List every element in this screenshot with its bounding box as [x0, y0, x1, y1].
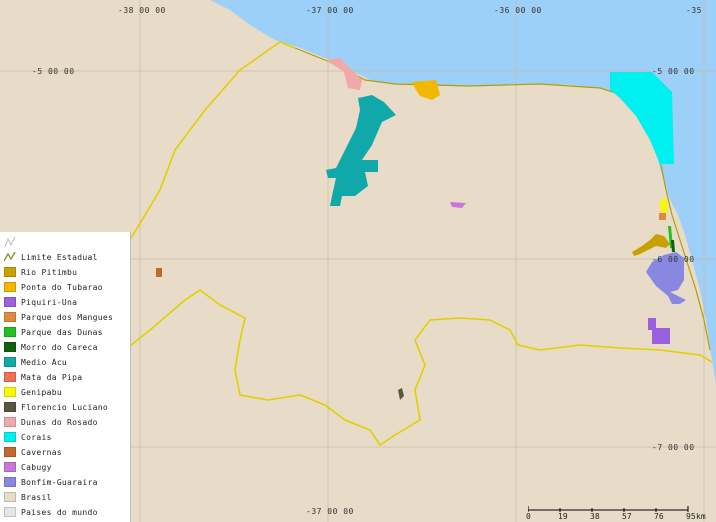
scale-tick-label: 19 — [558, 512, 568, 521]
legend-swatch — [4, 417, 16, 427]
legend-item[interactable]: Dunas do Rosado — [4, 415, 98, 429]
legend-label: Parque das Dunas — [21, 327, 103, 337]
legend-swatch — [4, 297, 16, 307]
coord-label-top: -36 00 00 — [494, 6, 542, 15]
coord-label-left: -5 00 00 — [32, 67, 75, 76]
legend-item[interactable]: Paises do mundo — [4, 505, 98, 519]
legend-item[interactable]: Morro do Careca — [4, 340, 98, 354]
legend-swatch — [4, 402, 16, 412]
ocean — [210, 0, 716, 385]
legend-label: Cabugy — [21, 462, 52, 472]
legend-item[interactable]: Brasil — [4, 490, 52, 504]
legend-panel: Limite Estadual Rio Pitimbu Ponta do Tubar… — [0, 232, 131, 522]
ponta-do-tubarao-area — [412, 80, 440, 100]
legend-swatch — [4, 492, 16, 502]
legend-item[interactable]: Corais — [4, 430, 52, 444]
legend-item[interactable]: Rio Pitimbu — [4, 265, 77, 279]
legend-label: Morro do Careca — [21, 342, 98, 352]
legend-swatch — [4, 372, 16, 382]
scale-unit-label: km — [696, 512, 706, 521]
legend-label: Parque dos Mangues — [21, 312, 114, 322]
legend-swatch — [4, 342, 16, 352]
state-boundary — [119, 41, 713, 447]
legend-label: Mata da Pipa — [21, 372, 83, 382]
legend-item[interactable]: Limite Estadual — [4, 250, 98, 264]
legend-swatch — [4, 312, 16, 322]
legend-item[interactable]: Ponta do Tubarao — [4, 280, 103, 294]
scale-tick-label: 38 — [590, 512, 600, 521]
scale-tick-label: 95 — [686, 512, 696, 521]
scale-tick-label: 0 — [526, 512, 531, 521]
legend-item[interactable]: Parque dos Mangues — [4, 310, 113, 324]
legend-swatch — [4, 432, 16, 442]
boundary-line-icon — [4, 252, 16, 262]
legend-label: Brasil — [21, 492, 52, 502]
coord-label-top: -38 00 00 — [118, 6, 166, 15]
legend-label: Ponta do Tubarao — [21, 282, 103, 292]
morro-do-careca-area — [671, 240, 675, 252]
legend-swatch — [4, 507, 16, 517]
scale-tick-label: 76 — [654, 512, 664, 521]
legend-label: Rio Pitimbu — [21, 267, 78, 277]
legend-label: Dunas do Rosado — [21, 417, 98, 427]
scale-tick-label: 57 — [622, 512, 632, 521]
coord-label-right: -7 00 00 — [652, 443, 695, 452]
coord-label-top: -35 — [686, 6, 702, 15]
coord-label-right: -5 00 00 — [652, 67, 695, 76]
legend-label: Florencio Luciano — [21, 402, 108, 412]
cavernas-area — [156, 268, 162, 277]
legend-label: Piquiri-Una — [21, 297, 78, 307]
cabugy-area — [450, 202, 466, 208]
genipabu-area — [660, 198, 668, 214]
legend-item[interactable]: Florencio Luciano — [4, 400, 108, 414]
legend-item[interactable]: Genipabu — [4, 385, 62, 399]
legend-swatch — [4, 387, 16, 397]
legend-item[interactable]: Mata da Pipa — [4, 370, 82, 384]
corais-area — [610, 72, 674, 164]
legend-label: Cavernas — [21, 447, 62, 457]
legend-swatch — [4, 327, 16, 337]
legend-label: Corais — [21, 432, 52, 442]
legend-label: Limite Estadual — [21, 252, 98, 262]
layer-icon — [4, 236, 16, 248]
legend-swatch — [4, 447, 16, 457]
coord-label-right: -6 00 00 — [652, 255, 695, 264]
legend-item[interactable]: Cabugy — [4, 460, 52, 474]
legend-label: Paises do mundo — [21, 507, 98, 517]
legend-label: Genipabu — [21, 387, 62, 397]
coord-label-bottom: -37 00 00 — [306, 507, 354, 516]
legend-item[interactable]: Medio Acu — [4, 355, 67, 369]
scale-bar: 0 19 38 57 76 95 km — [526, 506, 706, 522]
piquiri-una-area — [648, 318, 670, 344]
coord-label-top: -37 00 00 — [306, 6, 354, 15]
legend-swatch — [4, 462, 16, 472]
legend-label: Bonfim-Guaraira — [21, 477, 98, 487]
legend-item[interactable]: Bonfim-Guaraira — [4, 475, 98, 489]
legend-item[interactable]: Piquiri-Una — [4, 295, 77, 309]
legend-swatch — [4, 357, 16, 367]
medio-acu-area — [326, 95, 396, 206]
legend-item[interactable]: Parque das Dunas — [4, 325, 103, 339]
legend-label: Medio Acu — [21, 357, 68, 367]
legend-swatch — [4, 477, 16, 487]
rio-pitimbu-area — [632, 234, 670, 256]
legend-swatch — [4, 267, 16, 277]
scale-bar-line — [528, 506, 689, 512]
legend-swatch — [4, 282, 16, 292]
florencio-luciano-area — [398, 388, 404, 400]
legend-item[interactable]: Cavernas — [4, 445, 62, 459]
parque-dos-mangues-area — [659, 213, 666, 220]
